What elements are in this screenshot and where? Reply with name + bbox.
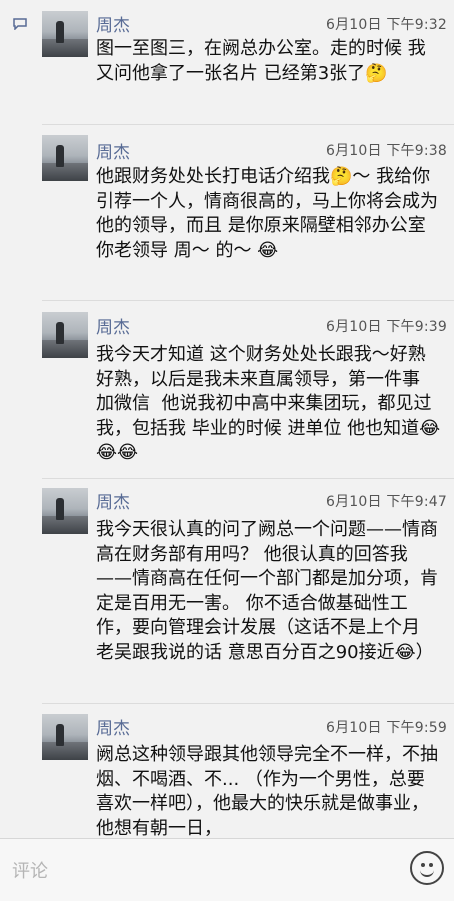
comment-author[interactable]: 周杰 — [96, 313, 130, 338]
comment-time: 6月10日 下午9:47 — [325, 494, 447, 510]
comment-input[interactable]: 评论 — [12, 857, 48, 883]
comment-author[interactable]: 周杰 — [96, 488, 130, 513]
comment-text: 我今天才知道 这个财务处处长跟我～好熟好熟，以后是我未来直属领导，第一件事 加微… — [96, 344, 441, 463]
comment-author[interactable]: 周杰 — [96, 138, 130, 163]
comment-time: 6月10日 下午9:59 — [325, 720, 447, 736]
comment-author[interactable]: 周杰 — [96, 11, 130, 36]
divider — [42, 124, 454, 125]
smiley-face-icon[interactable] — [410, 851, 444, 885]
avatar[interactable] — [42, 11, 88, 57]
comment-time: 6月10日 下午9:32 — [325, 17, 447, 33]
comment-input-bar: 评论 — [0, 838, 454, 901]
comment-time: 6月10日 下午9:39 — [325, 319, 447, 335]
avatar[interactable] — [42, 312, 88, 358]
avatar[interactable] — [42, 488, 88, 534]
divider — [42, 300, 454, 301]
comment-author[interactable]: 周杰 — [96, 714, 130, 739]
comment-text: 他跟财务处处长打电话介绍我🤔～ 我给你引荐一个人，情商很高的，马上你将会成为他的… — [96, 166, 438, 261]
avatar[interactable] — [42, 714, 88, 760]
avatar[interactable] — [42, 135, 88, 181]
comment-text: 我今天很认真的问了阙总一个问题——情商高在财务部有用吗？ 他很认真的回答我——情… — [96, 519, 438, 663]
comment-text: 阙总这种领导跟其他领导完全不一样，不抽烟、不喝酒、不... （作为一个男性，总要… — [96, 744, 438, 839]
comment-bubble-icon — [13, 18, 27, 30]
divider — [42, 478, 454, 479]
comment-time: 6月10日 下午9:38 — [325, 143, 447, 159]
divider — [42, 703, 454, 704]
comment-text: 图一至图三，在阙总办公室。走的时候 我又问他拿了一张名片 已经第3张了🤔 — [96, 38, 426, 84]
